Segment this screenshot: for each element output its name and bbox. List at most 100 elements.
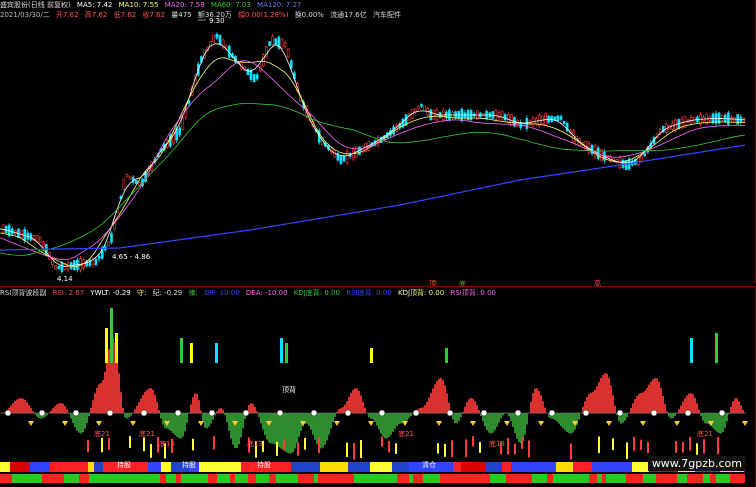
oscillator-bar <box>124 413 126 418</box>
candle <box>1 224 5 233</box>
oscillator-bar <box>290 413 292 454</box>
status-strip-bottom <box>354 474 367 483</box>
signal-stripe <box>276 441 278 456</box>
signal-stripe <box>612 438 614 451</box>
signal-stripe <box>388 441 390 453</box>
oscillator-bar <box>668 413 670 417</box>
oscillator-bar <box>556 413 558 422</box>
oscillator-bar <box>226 413 228 423</box>
status-strip-bottom <box>440 474 445 483</box>
signal-stripe <box>647 442 649 454</box>
oscillator-bar <box>272 413 274 444</box>
signal-stripe <box>304 437 306 450</box>
status-strip-top <box>30 462 50 472</box>
signal-bar <box>370 348 373 363</box>
diamond-marker <box>402 421 408 426</box>
status-strip-bottom <box>524 474 532 483</box>
oscillator-bar <box>352 389 354 414</box>
status-strip-bottom <box>532 474 536 483</box>
oscillator-bar <box>330 413 332 429</box>
oscillator-bar <box>612 395 614 414</box>
oscillator-bar <box>600 378 602 414</box>
candle <box>398 121 402 131</box>
signal-bar <box>115 333 118 363</box>
candle <box>252 73 256 83</box>
indicator-panel[interactable]: RSI顶背波段副 RSI: 2.67 YWLT: -0.29 守: 纪: -0.… <box>0 288 756 487</box>
candle <box>181 116 185 131</box>
status-strip-bottom <box>643 474 656 483</box>
cross-marker <box>378 409 386 417</box>
oscillator-bar <box>288 413 290 454</box>
oscillator-bar <box>138 402 140 414</box>
status-strip-bottom <box>79 474 84 483</box>
oscillator-bar <box>378 413 380 430</box>
oscillator-bar <box>564 413 566 431</box>
oscillator-bar <box>492 413 494 433</box>
candle <box>345 148 349 166</box>
candle <box>559 114 563 122</box>
oscillator-bar <box>470 398 472 414</box>
oscillator-bar <box>544 407 546 414</box>
cross-marker <box>310 409 318 417</box>
status-strip-bottom <box>20 474 31 483</box>
cross-marker <box>548 409 556 417</box>
oscillator-bar <box>238 413 240 445</box>
oscillator-bar <box>58 403 60 414</box>
signal-stripe <box>528 440 530 458</box>
oscillator-bar <box>444 385 446 414</box>
status-strip-bottom <box>102 474 112 483</box>
oscillator-bar <box>314 413 316 440</box>
signal-bar <box>285 343 288 363</box>
status-strip-bottom <box>53 474 64 483</box>
status-strip-bottom <box>240 474 248 483</box>
candle <box>562 120 566 125</box>
oscillator-bar <box>100 383 102 414</box>
status-strip-top <box>270 462 291 472</box>
oscillator-bar <box>530 401 532 414</box>
signal-stripe <box>192 438 194 451</box>
oscillator-bar <box>464 406 466 414</box>
candlestick-chart[interactable] <box>0 0 756 283</box>
cross-marker <box>344 409 352 417</box>
oscillator-bar <box>672 413 674 418</box>
oscillator-bar <box>184 413 186 432</box>
status-strip-bottom <box>35 474 42 483</box>
indicator-chart[interactable] <box>0 288 756 487</box>
cross-marker <box>140 409 148 417</box>
oscillator-bar <box>186 413 188 423</box>
status-strip-bottom <box>31 474 35 483</box>
oscillator-bar <box>596 386 598 414</box>
status-strip-bottom <box>331 474 340 483</box>
oscillator-bar <box>632 403 634 414</box>
oscillator-bar <box>502 413 504 416</box>
candle <box>41 240 45 249</box>
oscillator-bar <box>358 390 360 414</box>
oscillator-bar <box>98 384 100 414</box>
cross-marker <box>174 409 182 417</box>
candle <box>395 123 399 134</box>
candle <box>565 122 569 133</box>
oscillator-bar <box>92 400 94 414</box>
status-strip-bottom <box>276 474 282 483</box>
oscillator-bar <box>196 393 198 414</box>
status-strip-bottom <box>0 474 12 483</box>
signal-bar <box>690 338 693 363</box>
oscillator-bar <box>26 402 28 414</box>
candle <box>255 72 259 82</box>
candle <box>38 236 42 243</box>
oscillator-bar <box>662 395 664 414</box>
oscillator-bar <box>356 388 358 414</box>
status-strip-bottom <box>75 474 79 483</box>
oscillator-bar <box>206 413 208 429</box>
oscillator-bar <box>276 413 278 446</box>
oscillator-bar <box>400 413 402 424</box>
signal-stripe <box>395 443 397 454</box>
diamond-marker <box>334 421 340 426</box>
status-strip-top <box>94 462 103 472</box>
main-chart-panel[interactable]: 盛宾股份(日线 前复权) MA5: 7.42 MA10: 7.55 MA20: … <box>0 0 756 289</box>
status-strip-bottom <box>565 474 575 483</box>
candle <box>178 125 181 137</box>
oscillator-bar <box>396 413 398 426</box>
signal-stripe <box>696 443 698 455</box>
status-strip-bottom <box>722 474 730 483</box>
